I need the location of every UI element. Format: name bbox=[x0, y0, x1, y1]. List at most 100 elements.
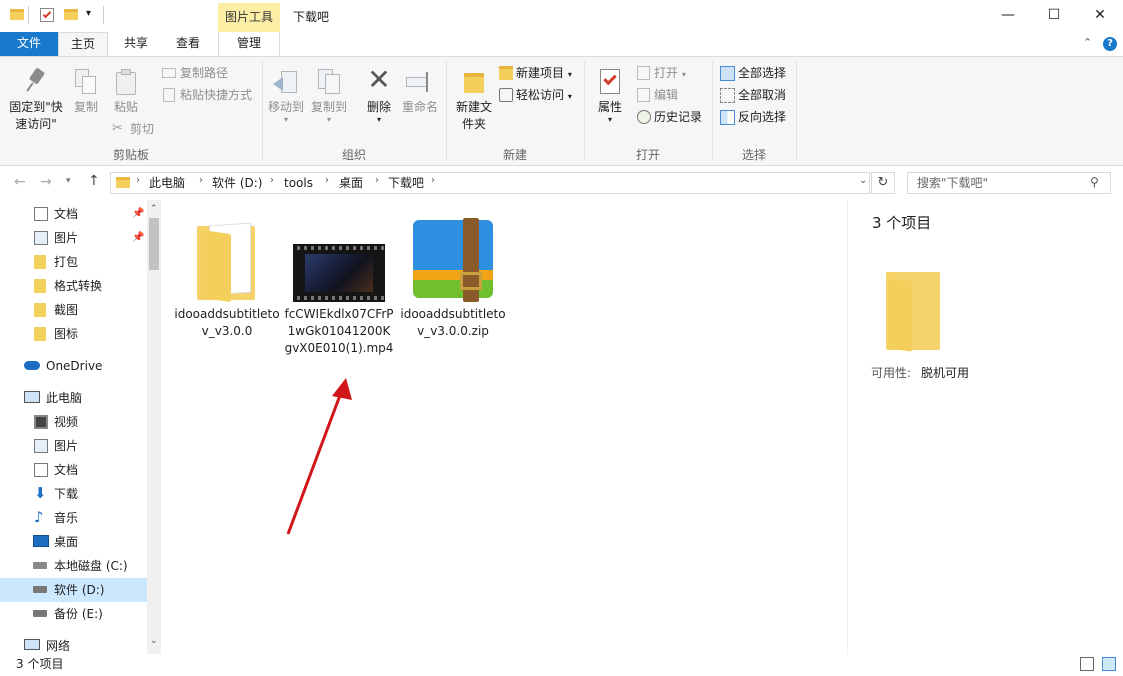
nav-item-quick-folder[interactable]: 图标 bbox=[0, 322, 147, 346]
chevron-right-icon[interactable]: › bbox=[199, 175, 203, 186]
nav-item-this-pc[interactable]: 此电脑 bbox=[0, 386, 147, 410]
file-item-video[interactable]: fcCWIEkdlx07CFrP1wGk01041200KgvX0E010(1)… bbox=[284, 244, 394, 357]
tab-file[interactable]: 文件 bbox=[0, 32, 58, 56]
cut-button[interactable]: ✂ 剪切 bbox=[110, 119, 154, 139]
scroll-down-icon[interactable]: ⌄ bbox=[150, 636, 158, 646]
nav-item-documents[interactable]: 文档 bbox=[0, 458, 147, 482]
customize-toolbar-icon[interactable]: ▾ bbox=[86, 8, 102, 24]
drive-icon bbox=[33, 610, 47, 617]
nav-item-drive-e[interactable]: 备份 (E:) bbox=[0, 602, 147, 626]
pin-icon[interactable]: 📌 bbox=[132, 202, 144, 226]
paste-shortcut-button[interactable]: 粘贴快捷方式 bbox=[160, 85, 252, 105]
tab-view[interactable]: 查看 bbox=[164, 32, 212, 56]
chevron-right-icon[interactable]: › bbox=[270, 175, 274, 186]
search-input[interactable]: 搜索"下载吧" bbox=[907, 172, 1111, 194]
chevron-right-icon[interactable]: › bbox=[325, 175, 329, 186]
file-item-zip[interactable]: idooaddsubtitletov_v3.0.0.zip bbox=[398, 218, 508, 340]
nav-item-drive-d[interactable]: 软件 (D:) bbox=[0, 578, 147, 602]
collapse-ribbon-icon[interactable]: ⌃ bbox=[1083, 36, 1092, 49]
divider bbox=[796, 61, 797, 161]
properties-button[interactable]: 属性 ▾ bbox=[592, 65, 628, 124]
large-icons-view-icon[interactable] bbox=[1102, 657, 1116, 671]
nav-item-quick-pictures[interactable]: 图片 📌 bbox=[0, 226, 147, 250]
refresh-icon[interactable]: ↻ bbox=[871, 172, 895, 194]
new-folder-button[interactable]: 新建文件夹 bbox=[452, 65, 496, 133]
nav-item-quick-folder[interactable]: 格式转换 bbox=[0, 274, 147, 298]
easy-access-icon bbox=[499, 88, 513, 102]
nav-item-desktop[interactable]: 桌面 bbox=[0, 530, 147, 554]
tab-share[interactable]: 共享 bbox=[112, 32, 160, 56]
chevron-right-icon[interactable]: › bbox=[431, 175, 435, 186]
new-folder-icon[interactable] bbox=[64, 9, 78, 20]
desktop-icon bbox=[33, 535, 49, 547]
copy-icon bbox=[75, 69, 97, 95]
properties-icon[interactable] bbox=[40, 8, 54, 22]
breadcrumb-item[interactable]: tools bbox=[284, 175, 313, 191]
edit-button[interactable]: 编辑 bbox=[634, 85, 678, 105]
maximize-button[interactable]: ☐ bbox=[1031, 0, 1077, 30]
breadcrumb-item[interactable]: 下载吧 bbox=[388, 175, 424, 191]
select-all-button[interactable]: 全部选择 bbox=[718, 63, 786, 83]
minimize-button[interactable]: — bbox=[985, 0, 1031, 30]
edit-icon bbox=[637, 88, 650, 102]
nav-item-pictures[interactable]: 图片 bbox=[0, 434, 147, 458]
scroll-up-icon[interactable]: ⌃ bbox=[150, 204, 158, 214]
address-dropdown-icon[interactable]: ⌄ bbox=[859, 175, 867, 186]
breadcrumb-item[interactable]: 此电脑 bbox=[149, 175, 185, 191]
delete-button[interactable]: ✕ 删除 ▾ bbox=[362, 65, 396, 124]
pictures-icon bbox=[34, 439, 48, 453]
open-button[interactable]: 打开 ▾ bbox=[634, 63, 686, 83]
folder-icon bbox=[10, 9, 24, 20]
copy-to-icon bbox=[316, 69, 342, 95]
nav-item-music[interactable]: ♪ 音乐 bbox=[0, 506, 147, 530]
nav-item-downloads[interactable]: ⬇ 下载 bbox=[0, 482, 147, 506]
chevron-right-icon[interactable]: › bbox=[136, 175, 140, 186]
forward-icon[interactable]: → bbox=[40, 174, 52, 190]
nav-item-quick-folder[interactable]: 截图 bbox=[0, 298, 147, 322]
nav-scrollbar[interactable]: ⌃ ⌄ bbox=[147, 200, 161, 654]
chevron-right-icon[interactable]: › bbox=[375, 175, 379, 186]
address-bar[interactable]: › 此电脑 › 软件 (D:) › tools › 桌面 › 下载吧 › ⌄ bbox=[110, 172, 870, 194]
nav-item-quick-folder[interactable]: 打包 bbox=[0, 250, 147, 274]
copy-to-button[interactable]: 复制到 ▾ bbox=[308, 65, 350, 124]
move-to-button[interactable]: 移动到 ▾ bbox=[266, 65, 306, 124]
tab-home[interactable]: 主页 bbox=[58, 32, 108, 56]
select-none-button[interactable]: 全部取消 bbox=[718, 85, 786, 105]
copy-path-button[interactable]: 复制路径 bbox=[160, 63, 228, 83]
nav-item-onedrive[interactable]: OneDrive bbox=[0, 354, 147, 378]
rename-button[interactable]: 重命名 bbox=[400, 65, 440, 116]
file-item-folder[interactable]: idooaddsubtitletov_v3.0.0 bbox=[172, 218, 282, 340]
recent-locations-icon[interactable]: ▾ bbox=[66, 176, 71, 186]
tab-manage[interactable]: 管理 bbox=[218, 32, 280, 56]
history-button[interactable]: 历史记录 bbox=[634, 107, 702, 127]
help-icon[interactable]: ? bbox=[1103, 37, 1117, 51]
pin-quick-access-button[interactable]: 固定到"快速访问" bbox=[4, 65, 68, 133]
copy-button[interactable]: 复制 bbox=[70, 65, 102, 116]
nav-item-quick-documents[interactable]: 文档 📌 bbox=[0, 202, 147, 226]
pin-icon[interactable]: 📌 bbox=[132, 226, 144, 250]
breadcrumb-item[interactable]: 桌面 bbox=[339, 175, 363, 191]
picture-tools-context: 图片工具 bbox=[218, 3, 280, 33]
new-item-button[interactable]: 新建项目 ▾ bbox=[496, 63, 572, 83]
up-icon[interactable]: ↑ bbox=[88, 173, 100, 189]
paste-button[interactable]: 粘贴 bbox=[108, 65, 144, 116]
drive-icon bbox=[33, 562, 47, 569]
address-row: ← → ▾ ↑ › 此电脑 › 软件 (D:) › tools › 桌面 › 下… bbox=[0, 166, 1123, 200]
scrollbar-thumb[interactable] bbox=[149, 218, 159, 270]
video-icon bbox=[34, 415, 48, 429]
search-icon[interactable]: ⚲ bbox=[1090, 175, 1099, 189]
download-icon: ⬇ bbox=[34, 484, 47, 502]
nav-item-videos[interactable]: 视频 bbox=[0, 410, 147, 434]
close-button[interactable]: ✕ bbox=[1077, 0, 1123, 30]
zip-archive-icon bbox=[405, 218, 501, 304]
annotation-arrow bbox=[286, 378, 352, 535]
details-view-icon[interactable] bbox=[1080, 657, 1094, 671]
folder-icon bbox=[34, 279, 46, 293]
nav-item-drive-c[interactable]: 本地磁盘 (C:) bbox=[0, 554, 147, 578]
status-bar: 3 个项目 bbox=[0, 654, 1123, 676]
invert-selection-button[interactable]: 反向选择 bbox=[718, 107, 786, 127]
folder-icon bbox=[34, 303, 46, 317]
back-icon[interactable]: ← bbox=[14, 174, 26, 190]
easy-access-button[interactable]: 轻松访问 ▾ bbox=[496, 85, 572, 105]
breadcrumb-item[interactable]: 软件 (D:) bbox=[212, 175, 262, 191]
